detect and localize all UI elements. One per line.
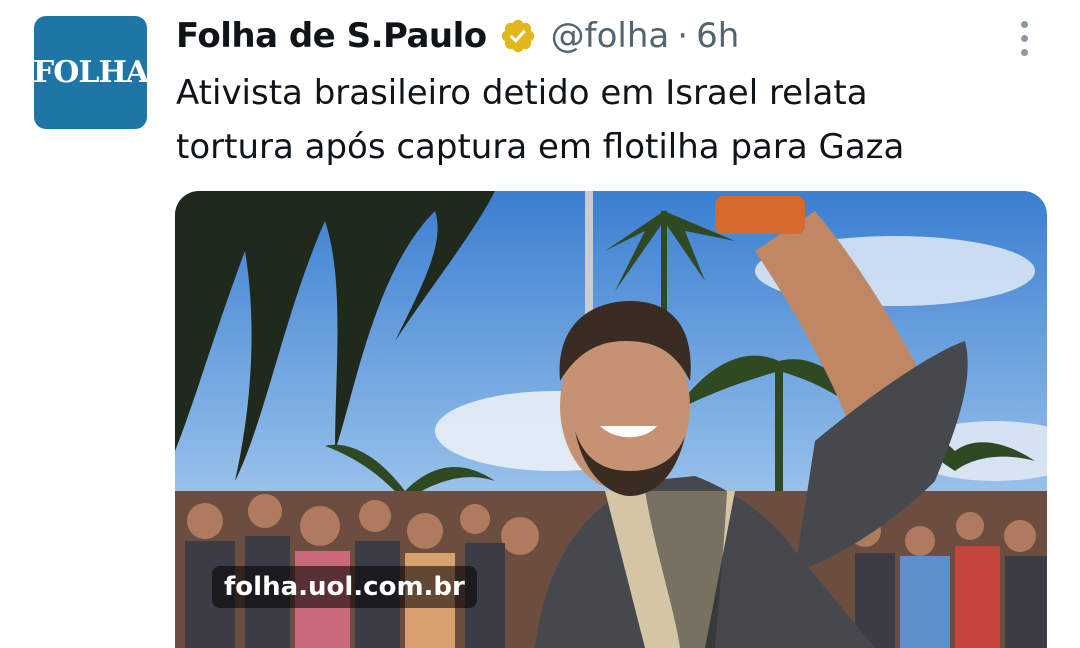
separator-dot: · xyxy=(677,16,689,56)
more-vertical-icon xyxy=(1020,20,1028,28)
more-vertical-icon-dot xyxy=(1020,34,1028,42)
avatar-logo-text: FOLHA xyxy=(32,55,149,90)
tweet-text-line-1: Ativista brasileiro detido em Israel rel… xyxy=(176,73,868,113)
tweet-text: Ativista brasileiro detido em Israel rel… xyxy=(176,66,1056,174)
more-vertical-icon-dot xyxy=(1020,48,1028,56)
tweet-card[interactable]: FOLHA Folha de S.Paulo @folha · 6h Ativi… xyxy=(0,0,1080,648)
avatar[interactable]: FOLHA xyxy=(32,16,149,129)
user-handle[interactable]: @folha xyxy=(551,16,670,56)
link-domain-overlay[interactable]: folha.uol.com.br xyxy=(212,566,477,608)
tweet-header: Folha de S.Paulo @folha · 6h xyxy=(176,12,739,60)
more-options-button[interactable] xyxy=(1004,16,1044,60)
display-name[interactable]: Folha de S.Paulo xyxy=(176,16,487,56)
verified-badge-icon[interactable] xyxy=(499,17,537,55)
tweet-text-line-2: tortura após captura em flotilha para Ga… xyxy=(176,127,905,167)
tweet-timestamp[interactable]: 6h xyxy=(696,16,739,56)
